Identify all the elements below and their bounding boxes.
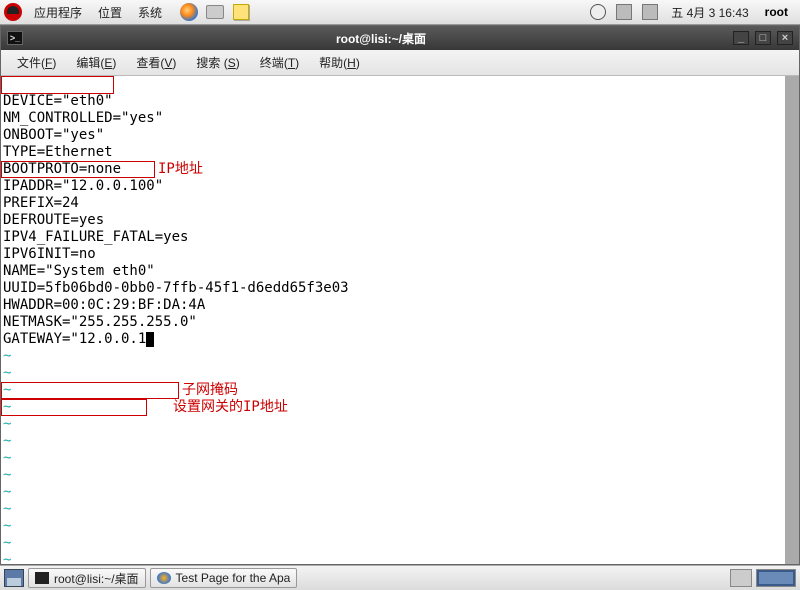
annotation-label-ip: IP地址 xyxy=(158,161,203,178)
terminal-content[interactable]: DEVICE="eth0" NM_CONTROLLED="yes" ONBOOT… xyxy=(1,76,799,564)
annotation-label-netmask: 子网掩码 xyxy=(182,382,238,399)
config-line: HWADDR=00:0C:29:BF:DA:4A xyxy=(3,297,205,313)
firefox-launcher-icon[interactable] xyxy=(178,2,200,22)
vim-tilde: ~ xyxy=(3,450,11,466)
firefox-icon xyxy=(157,572,171,584)
menu-view[interactable]: 查看(V) xyxy=(126,54,186,71)
annotation-label-gateway: 设置网关的IP地址 xyxy=(173,399,288,416)
vim-tilde: ~ xyxy=(3,348,11,364)
user-menu[interactable]: root xyxy=(757,5,796,19)
config-line: PREFIX=24 xyxy=(3,195,79,211)
terminal-icon: >_ xyxy=(7,31,23,45)
vim-tilde: ~ xyxy=(3,416,11,432)
config-line: TYPE=Ethernet xyxy=(3,144,113,160)
gnome-bottom-panel: root@lisi:~/桌面 Test Page for the Apa xyxy=(0,565,800,590)
menu-edit[interactable]: 编辑(E) xyxy=(66,54,126,71)
vim-tilde: ~ xyxy=(3,518,11,534)
clock-applet-icon[interactable] xyxy=(587,2,609,22)
maximize-button[interactable]: □ xyxy=(755,31,771,45)
vim-tilde: ~ xyxy=(3,382,11,398)
config-line: NAME="System eth0" xyxy=(3,263,155,279)
minimize-button[interactable]: _ xyxy=(733,31,749,45)
config-line: NM_CONTROLLED="yes" xyxy=(3,110,163,126)
menubar: 文件(F) 编辑(E) 查看(V) 搜索 (S) 终端(T) 帮助(H) xyxy=(1,50,799,76)
gnome-top-panel: 应用程序 位置 系统 五 4月 3 16:43 root xyxy=(0,0,800,25)
annotation-box-gateway xyxy=(1,399,147,416)
annotation-box-device xyxy=(1,76,114,94)
config-line: DEVICE="eth0" xyxy=(3,93,113,109)
vim-tilde: ~ xyxy=(3,365,11,381)
vim-tilde: ~ xyxy=(3,501,11,517)
config-line: GATEWAY="12.0.0.1 xyxy=(3,331,146,347)
clock-text[interactable]: 五 4月 3 16:43 xyxy=(663,4,756,21)
taskbar-item-firefox[interactable]: Test Page for the Apa xyxy=(150,568,298,588)
terminal-scrollbar[interactable] xyxy=(785,76,799,564)
config-line: BOOTPROTO=none xyxy=(3,161,121,177)
terminal-icon xyxy=(35,572,49,584)
titlebar[interactable]: >_ root@lisi:~/桌面 _ □ × xyxy=(1,26,799,50)
config-line: ONBOOT="yes" xyxy=(3,127,104,143)
vim-tilde: ~ xyxy=(3,484,11,500)
show-desktop-button[interactable] xyxy=(4,569,24,587)
menu-help[interactable]: 帮助(H) xyxy=(309,54,370,71)
menu-search[interactable]: 搜索 (S) xyxy=(186,54,249,71)
places-menu[interactable]: 位置 xyxy=(90,4,130,21)
system-menu[interactable]: 系统 xyxy=(130,4,170,21)
close-button[interactable]: × xyxy=(777,31,793,45)
menu-terminal[interactable]: 终端(T) xyxy=(250,54,309,71)
annotation-box-netmask xyxy=(1,382,179,399)
workspace-switcher[interactable] xyxy=(756,569,796,587)
vim-tilde: ~ xyxy=(3,399,11,415)
terminal-window: >_ root@lisi:~/桌面 _ □ × 文件(F) 编辑(E) 查看(V… xyxy=(0,25,800,565)
distro-logo-icon[interactable] xyxy=(4,3,22,21)
config-line: UUID=5fb06bd0-0bb0-7ffb-45f1-d6edd65f3e0… xyxy=(3,280,349,296)
window-title: root@lisi:~/桌面 xyxy=(29,30,733,47)
menu-file[interactable]: 文件(F) xyxy=(7,54,66,71)
notes-launcher-icon[interactable] xyxy=(230,2,252,22)
vim-tilde: ~ xyxy=(3,552,11,564)
trash-icon[interactable] xyxy=(730,569,752,587)
config-line: IPV6INIT=no xyxy=(3,246,96,262)
taskbar-item-terminal[interactable]: root@lisi:~/桌面 xyxy=(28,568,146,588)
text-cursor xyxy=(146,332,154,347)
vim-tilde: ~ xyxy=(3,433,11,449)
config-line: IPV4_FAILURE_FATAL=yes xyxy=(3,229,188,245)
vim-tilde: ~ xyxy=(3,535,11,551)
volume-icon[interactable] xyxy=(613,2,635,22)
config-line: DEFROUTE=yes xyxy=(3,212,104,228)
applications-menu[interactable]: 应用程序 xyxy=(26,4,90,21)
config-line: IPADDR="12.0.0.100" xyxy=(3,178,163,194)
file-manager-launcher-icon[interactable] xyxy=(204,2,226,22)
vim-tilde: ~ xyxy=(3,467,11,483)
network-icon[interactable] xyxy=(639,2,661,22)
config-line: NETMASK="255.255.255.0" xyxy=(3,314,197,330)
